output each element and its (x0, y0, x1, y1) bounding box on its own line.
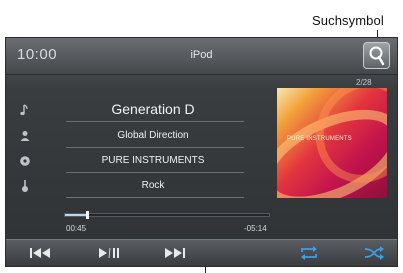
album-art: PURE INSTRUMENTS (277, 88, 387, 198)
genre-row: Rock (18, 176, 253, 198)
artist-divider (66, 147, 244, 148)
next-button[interactable] (160, 244, 190, 262)
elapsed-time: 00:45 (66, 224, 87, 233)
play-pause-icon (99, 247, 119, 259)
track-title: Generation D (111, 101, 195, 117)
progress-bar[interactable] (64, 211, 270, 219)
disc-icon (20, 156, 30, 166)
genre-divider (66, 197, 244, 198)
previous-button[interactable] (26, 244, 56, 262)
shuffle-button[interactable] (361, 244, 387, 262)
guitar-icon (22, 180, 28, 192)
shuffle-icon (364, 246, 384, 260)
music-note-icon (20, 104, 28, 116)
callout-line-bottom (205, 266, 206, 273)
track-count: 2/28 (356, 78, 372, 87)
search-button[interactable] (363, 42, 390, 69)
album-divider (66, 172, 244, 173)
artist-name: Global Direction (117, 130, 189, 141)
title-divider (66, 121, 244, 122)
person-icon (20, 131, 30, 141)
title-row: Generation D (18, 100, 253, 122)
repeat-icon (301, 246, 317, 260)
album-row: PURE INSTRUMENTS (18, 151, 253, 173)
progress-fill (65, 214, 88, 216)
progress-knob[interactable] (86, 211, 90, 219)
next-track-icon (165, 248, 185, 258)
top-bar: 10:00 iPod (6, 38, 397, 75)
remaining-time: -05:14 (244, 224, 267, 233)
play-pause-button[interactable] (94, 244, 124, 262)
playback-controls (6, 239, 397, 266)
callout-label: Suchsymbol (312, 13, 384, 28)
album-name: PURE INSTRUMENTS (101, 155, 205, 166)
album-art-text: PURE INSTRUMENTS (287, 136, 352, 142)
artist-row: Global Direction (18, 126, 253, 148)
genre-name: Rock (141, 180, 165, 191)
audio-screen: 10:00 iPod 2/28 Generation D Global Dire… (5, 37, 398, 267)
repeat-button[interactable] (296, 244, 322, 262)
source-title: iPod (190, 49, 213, 61)
search-icon (369, 46, 385, 66)
previous-track-icon (30, 248, 50, 258)
